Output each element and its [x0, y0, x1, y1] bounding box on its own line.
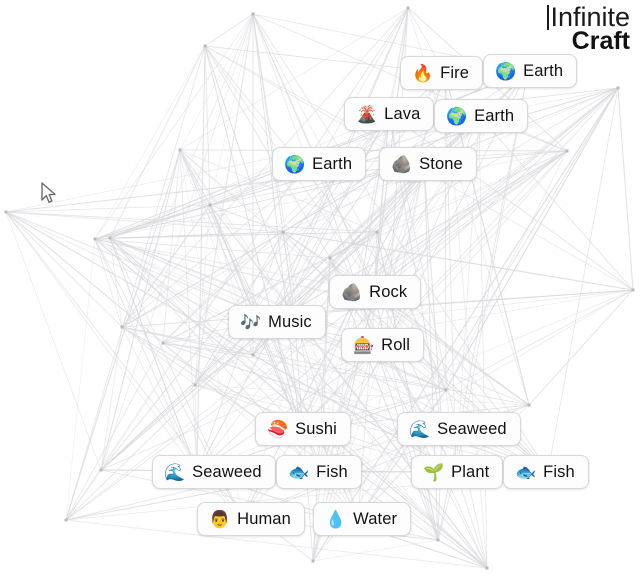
element-card-earth-1[interactable]: 🌍 Earth: [483, 54, 578, 88]
seedling-emoji: 🌱: [423, 462, 445, 482]
element-card-label: Fire: [440, 63, 469, 82]
element-card-fire-1[interactable]: 🔥 Fire: [400, 56, 483, 90]
element-card-label: Sushi: [295, 419, 337, 438]
sushi-emoji: 🍣: [267, 419, 289, 439]
rock-emoji: 🪨: [341, 282, 363, 302]
element-card-earth-2[interactable]: 🌍 Earth: [434, 99, 529, 133]
element-card-water-1[interactable]: 💧 Water: [313, 502, 412, 536]
wave-emoji: 🌊: [409, 419, 431, 439]
earth-globe-emoji: 🌍: [446, 106, 468, 126]
element-card-human-1[interactable]: 👨 Human: [197, 502, 305, 536]
app-logo: Infinite Craft: [547, 4, 630, 54]
fish-emoji: 🐟: [288, 462, 310, 482]
element-card-seaweed-1[interactable]: 🌊 Seaweed: [397, 412, 521, 446]
element-card-label: Plant: [451, 462, 490, 481]
element-card-fish-1[interactable]: 🐟 Fish: [276, 455, 362, 489]
fish-emoji: 🐟: [515, 462, 537, 482]
element-card-label: Rock: [369, 282, 408, 301]
element-card-label: Stone: [419, 154, 463, 173]
element-card-label: Fish: [543, 462, 575, 481]
element-card-lava-1[interactable]: 🌋 Lava: [344, 97, 435, 131]
droplet-emoji: 💧: [325, 509, 347, 529]
wave-emoji: 🌊: [164, 462, 186, 482]
element-card-label: Fish: [316, 462, 348, 481]
musical-notes-emoji: 🎶: [240, 312, 262, 332]
fire-emoji: 🔥: [412, 63, 434, 83]
element-card-music-1[interactable]: 🎶 Music: [228, 305, 326, 339]
person-emoji: 👨: [209, 509, 231, 529]
element-card-label: Seaweed: [192, 462, 262, 481]
element-card-label: Roll: [381, 335, 410, 354]
element-card-stone-1[interactable]: 🪨 Stone: [379, 147, 477, 181]
rock-emoji: 🪨: [391, 154, 413, 174]
element-card-label: Seaweed: [437, 419, 507, 438]
element-card-label: Earth: [312, 154, 353, 173]
element-card-seaweed-2[interactable]: 🌊 Seaweed: [152, 455, 276, 489]
crafting-connection-web: [4, 6, 635, 570]
element-card-label: Earth: [523, 61, 564, 80]
mouse-pointer-icon: [41, 182, 56, 203]
earth-globe-emoji: 🌍: [495, 61, 517, 81]
earth-globe-emoji: 🌍: [284, 154, 306, 174]
element-card-roll-1[interactable]: 🎰 Roll: [341, 328, 424, 362]
element-card-label: Music: [268, 312, 312, 331]
element-card-plant-1[interactable]: 🌱 Plant: [411, 455, 504, 489]
infinite-craft-canvas[interactable]: Infinite Craft 🔥 Fire 🌍 Earth 🌋 Lava 🌍 Earth 🌍 Ea…: [0, 0, 640, 587]
logo-line-craft: Craft: [571, 27, 630, 55]
volcano-emoji: 🌋: [356, 104, 378, 124]
element-card-label: Earth: [474, 106, 515, 125]
element-card-rock-1[interactable]: 🪨 Rock: [329, 275, 422, 309]
element-card-label: Lava: [384, 104, 421, 123]
element-card-sushi-1[interactable]: 🍣 Sushi: [255, 412, 351, 446]
slot-machine-emoji: 🎰: [353, 335, 375, 355]
element-card-earth-3[interactable]: 🌍 Earth: [272, 147, 367, 181]
element-card-label: Human: [237, 509, 291, 528]
element-card-fish-2[interactable]: 🐟 Fish: [503, 455, 589, 489]
element-card-label: Water: [353, 509, 398, 528]
